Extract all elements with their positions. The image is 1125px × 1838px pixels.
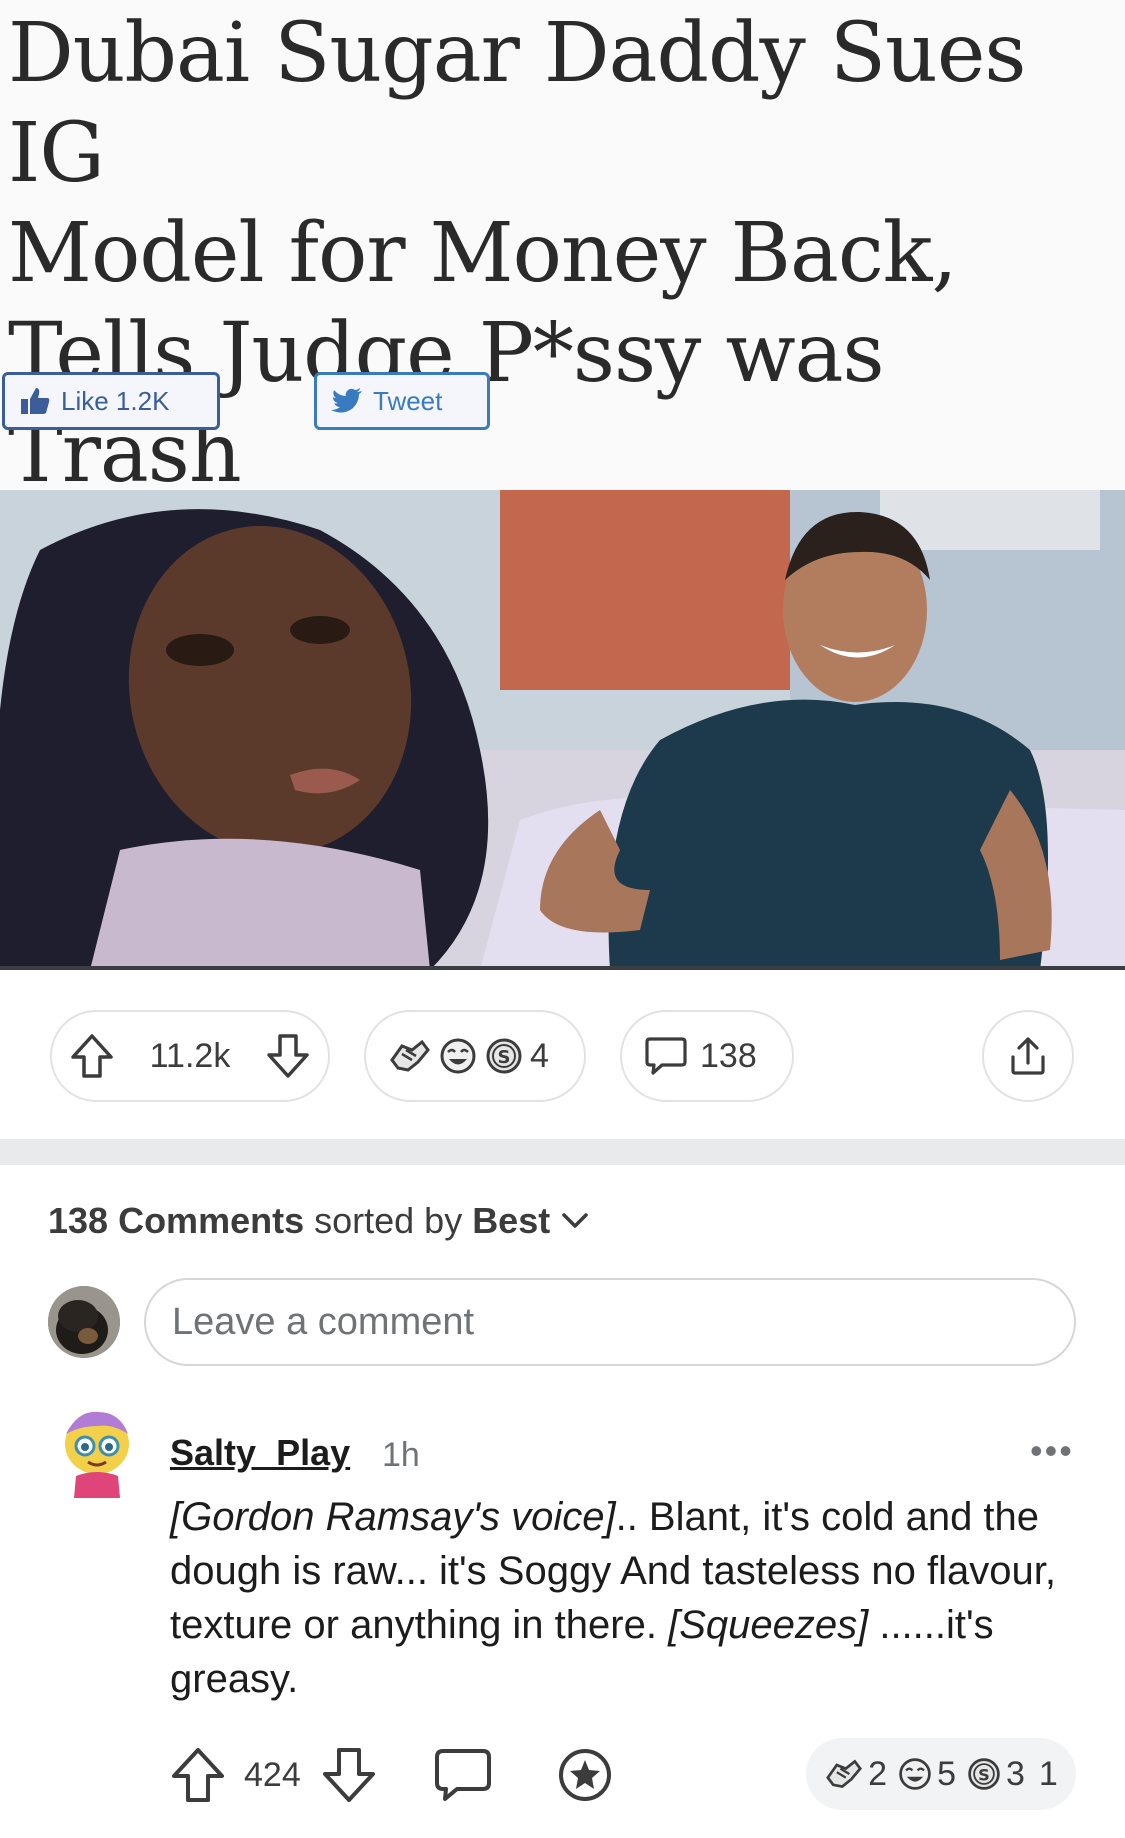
- coin-award-icon: S: [484, 1036, 524, 1076]
- comment-italic-2: [Squeezes]: [668, 1603, 869, 1647]
- comment-bubble-icon: [644, 1035, 688, 1077]
- upvote-count: 11.2k: [149, 1036, 231, 1075]
- share-button[interactable]: [982, 1010, 1074, 1102]
- comment-username[interactable]: Salty_Play: [170, 1432, 350, 1474]
- comment-score: 424: [244, 1755, 301, 1794]
- comment-body: [Gordon Ramsay's voice].. Blant, it's co…: [170, 1490, 1070, 1706]
- upvote-arrow-icon[interactable]: [70, 1033, 114, 1079]
- section-divider: [0, 1139, 1125, 1165]
- comment-timestamp: 1h: [382, 1436, 420, 1474]
- current-user-avatar[interactable]: [48, 1286, 120, 1358]
- sorted-by-label: sorted by: [314, 1200, 463, 1241]
- give-award-icon[interactable]: [557, 1747, 613, 1803]
- like-count-text: Like 1.2K: [61, 385, 170, 416]
- laughing-award-icon: [438, 1036, 478, 1076]
- comment-upvote-icon[interactable]: [170, 1746, 226, 1804]
- more-options-icon[interactable]: •••: [1030, 1430, 1074, 1472]
- like-button-graphic: Like 1.2K: [2, 372, 220, 430]
- comments-button[interactable]: 138: [620, 1010, 794, 1102]
- comment-awards[interactable]: 2 5 S 3 1: [806, 1738, 1076, 1810]
- comment-actions: 424: [170, 1740, 613, 1810]
- tweet-button-graphic: Tweet: [314, 372, 490, 430]
- coin-award-icon: S: [966, 1756, 1002, 1792]
- comment-italic-1: [Gordon Ramsay's voice]: [170, 1495, 616, 1539]
- share-icon: [1007, 1035, 1049, 1077]
- thumbs-up-icon: [19, 386, 51, 416]
- comments-count-label: 138 Comments: [48, 1200, 305, 1241]
- svg-text:S: S: [978, 1765, 990, 1784]
- leave-comment-input[interactable]: Leave a comment: [144, 1278, 1076, 1366]
- svg-text:S: S: [498, 1047, 511, 1068]
- downvote-arrow-icon[interactable]: [266, 1033, 310, 1079]
- award-count-coin: 3: [1006, 1754, 1025, 1793]
- post-image[interactable]: Dubai Sugar Daddy Sues IG Model for Mone…: [0, 0, 1125, 970]
- vote-control: 11.2k: [50, 1010, 330, 1102]
- reply-icon[interactable]: [433, 1747, 493, 1803]
- handshake-award-icon: [824, 1756, 864, 1792]
- sort-value[interactable]: Best: [472, 1200, 550, 1242]
- twitter-bird-icon: [331, 388, 363, 414]
- award-count-extra: 1: [1038, 1754, 1058, 1793]
- awards-button[interactable]: S 4: [364, 1010, 586, 1102]
- comment-count: 138: [700, 1036, 757, 1075]
- handshake-award-icon: [388, 1036, 432, 1076]
- chevron-down-icon[interactable]: [560, 1211, 590, 1231]
- award-count-laughing: 5: [937, 1754, 956, 1793]
- comments-sort-bar[interactable]: 138 Comments sorted by Best: [48, 1200, 590, 1242]
- comment-input-placeholder: Leave a comment: [172, 1300, 475, 1343]
- award-count-handshake: 2: [868, 1754, 888, 1793]
- award-count: 4: [530, 1036, 549, 1075]
- news-photo: [0, 490, 1125, 970]
- comment-downvote-icon[interactable]: [321, 1746, 377, 1804]
- laughing-award-icon: [897, 1756, 933, 1792]
- tweet-text: Tweet: [373, 385, 443, 416]
- commenter-avatar[interactable]: [58, 1404, 136, 1500]
